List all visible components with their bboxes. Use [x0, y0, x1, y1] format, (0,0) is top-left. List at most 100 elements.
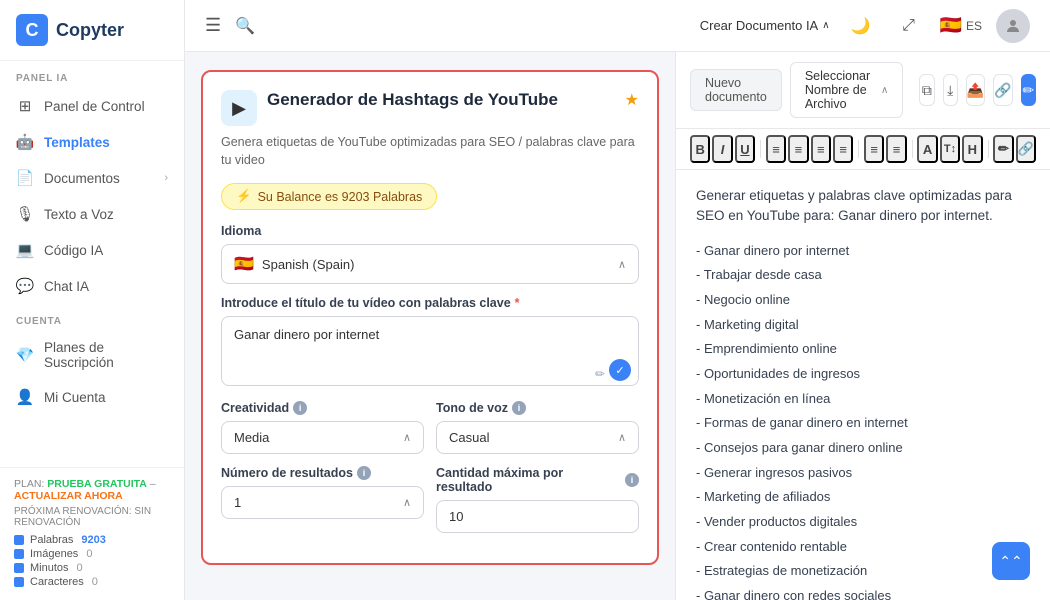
hamburger-icon[interactable]: ☰ — [205, 15, 221, 36]
copy-doc-icon[interactable]: ⧉ — [919, 74, 934, 106]
crear-documento-button[interactable]: Crear Documento IA ∧ — [700, 18, 830, 33]
num-row: Número de resultados i 1 ∧ Cantidad máxi… — [221, 466, 639, 533]
upgrade-link[interactable]: ACTUALIZAR AHORA — [14, 490, 123, 502]
cantidad-info-icon[interactable]: i — [625, 473, 639, 487]
fmt-sep-2 — [858, 140, 859, 158]
share-icon[interactable]: 🔗 — [993, 74, 1012, 106]
cuenta-label: CUENTA — [0, 304, 184, 331]
sidebar-label-codigo: Código IA — [44, 243, 103, 258]
align-center-button[interactable]: ≡ — [788, 135, 808, 163]
heading-button[interactable]: H — [962, 135, 982, 163]
editor-area[interactable]: Generar etiquetas y palabras clave optim… — [676, 170, 1050, 600]
fmt-sep-1 — [760, 140, 761, 158]
filename-tab[interactable]: Seleccionar Nombre de Archivo ∧ — [790, 62, 903, 118]
right-wrapper: Nuevo documento Seleccionar Nombre de Ar… — [675, 52, 1050, 600]
credits-plan-text: PLAN: PRUEBA GRATUITA – ACTUALIZAR AHORA — [14, 478, 170, 502]
sidebar-item-codigo[interactable]: 💻 Código IA — [0, 232, 184, 268]
num-resultados-info-icon[interactable]: i — [357, 466, 371, 480]
sidebar-item-planes[interactable]: 💎 Planes de Suscripción — [0, 331, 184, 379]
download-doc-icon[interactable]: ⤓ — [943, 74, 958, 106]
sidebar-item-panel[interactable]: ⊞ Panel de Control — [0, 88, 184, 124]
idioma-select[interactable]: 🇪🇸 Spanish (Spain) ∧ — [221, 244, 639, 284]
code-icon: 💻 — [16, 241, 34, 259]
sidebar-item-texto-voz[interactable]: 🎙 Texto a Voz — [0, 196, 184, 232]
content-area: ▶ Generador de Hashtags de YouTube ★ Gen… — [185, 52, 1050, 600]
chevron-right-icon: › — [164, 172, 168, 184]
sidebar-label-panel: Panel de Control — [44, 99, 145, 114]
scroll-to-top-button[interactable]: ⌃⌃ — [992, 542, 1030, 580]
align-justify-button[interactable]: ≡ — [833, 135, 853, 163]
link-button[interactable]: 🔗 — [1016, 135, 1036, 163]
templates-icon: 🤖 — [16, 133, 34, 151]
draw-button[interactable]: ✏ — [993, 135, 1013, 163]
font-color-button[interactable]: A — [917, 135, 937, 163]
list-ol-button[interactable]: ≡ — [886, 135, 906, 163]
bolt-icon: ⚡ — [236, 189, 252, 204]
imagenes-dot — [14, 549, 24, 559]
creatividad-stepper[interactable]: Media ∧ — [221, 421, 424, 454]
sidebar-item-templates[interactable]: 🤖 Templates — [0, 124, 184, 160]
cantidad-stepper[interactable]: 10 — [436, 500, 639, 533]
tono-value: Casual — [449, 430, 610, 445]
sidebar-label-chat: Chat IA — [44, 279, 89, 294]
palabras-dot — [14, 535, 24, 545]
format-bar: B I U ≡ ≡ ≡ ≡ ≡ ≡ A T↕ H ✏ — [676, 129, 1050, 170]
sidebar-item-micuenta[interactable]: 👤 Mi Cuenta — [0, 379, 184, 415]
user-avatar[interactable] — [996, 9, 1030, 43]
card-title: Generador de Hashtags de YouTube — [267, 90, 615, 110]
caracteres-row: Caracteres 0 — [14, 576, 170, 588]
crear-label: Crear Documento IA — [700, 18, 819, 33]
caracteres-value: 0 — [92, 576, 98, 588]
caracteres-dot — [14, 577, 24, 587]
moon-icon[interactable]: 🌙 — [844, 9, 878, 43]
template-card: ▶ Generador de Hashtags de YouTube ★ Gen… — [201, 70, 659, 565]
italic-button[interactable]: I — [712, 135, 732, 163]
balance-text: Su Balance es 9203 Palabras — [258, 190, 423, 204]
panel-ia-label: PANEL IA — [0, 61, 184, 88]
plan-label: PLAN: — [14, 478, 44, 490]
diamond-icon: 💎 — [16, 346, 34, 364]
edit-mode-icon[interactable]: ✏ — [1021, 74, 1036, 106]
align-right-button[interactable]: ≡ — [811, 135, 831, 163]
logo-text: Copyter — [56, 20, 124, 41]
creatividad-info-icon[interactable]: i — [293, 401, 307, 415]
tono-info-icon[interactable]: i — [512, 401, 526, 415]
sidebar-label-documentos: Documentos — [44, 171, 120, 186]
bold-button[interactable]: B — [690, 135, 710, 163]
list-item: - Trabajar desde casa — [696, 263, 1030, 288]
sidebar-item-documentos[interactable]: 📄 Documentos › — [0, 160, 184, 196]
caracteres-label: Caracteres — [30, 576, 84, 588]
num-resultados-stepper[interactable]: 1 ∧ — [221, 486, 424, 519]
balance-badge: ⚡ Su Balance es 9203 Palabras — [221, 183, 437, 210]
titulo-input[interactable]: Ganar dinero por internet — [221, 316, 639, 386]
export-icon[interactable]: 📤 — [966, 74, 985, 106]
sidebar-label-templates: Templates — [44, 135, 110, 150]
new-document-tab[interactable]: Nuevo documento — [690, 69, 782, 111]
credits-section: PLAN: PRUEBA GRATUITA – ACTUALIZAR AHORA… — [0, 467, 184, 600]
editor-intro-text: Generar etiquetas y palabras clave optim… — [696, 186, 1030, 227]
titulo-label: Introduce el título de tu vídeo con pala… — [221, 296, 639, 310]
cantidad-label: Cantidad máxima por resultado i — [436, 466, 639, 494]
search-icon[interactable]: 🔍 — [235, 16, 255, 36]
list-ul-button[interactable]: ≡ — [864, 135, 884, 163]
list-item: - Generar ingresos pasivos — [696, 461, 1030, 486]
underline-button[interactable]: U — [735, 135, 755, 163]
align-left-button[interactable]: ≡ — [766, 135, 786, 163]
font-size-button[interactable]: T↕ — [940, 135, 960, 163]
sidebar-label-texto-voz: Texto a Voz — [44, 207, 114, 222]
idioma-value: Spanish (Spain) — [262, 257, 610, 272]
edit-icon[interactable]: ✏ — [595, 367, 605, 381]
sidebar-label-micuenta: Mi Cuenta — [44, 390, 106, 405]
sidebar-item-chat[interactable]: 💬 Chat IA — [0, 268, 184, 304]
fullscreen-icon[interactable]: ⤢ — [892, 9, 926, 43]
list-item: - Negocio online — [696, 288, 1030, 313]
tono-col: Tono de voz i Casual ∧ — [436, 401, 639, 454]
idioma-chevron-icon: ∧ — [618, 258, 626, 271]
tono-stepper[interactable]: Casual ∧ — [436, 421, 639, 454]
list-item: - Emprendimiento online — [696, 337, 1030, 362]
topbar: ☰ 🔍 Crear Documento IA ∧ 🌙 ⤢ 🇪🇸 ES — [185, 0, 1050, 52]
sidebar: C Copyter PANEL IA ⊞ Panel de Control 🤖 … — [0, 0, 185, 600]
star-icon[interactable]: ★ — [625, 90, 639, 110]
language-selector[interactable]: 🇪🇸 ES — [940, 15, 982, 36]
user-icon: 👤 — [16, 388, 34, 406]
